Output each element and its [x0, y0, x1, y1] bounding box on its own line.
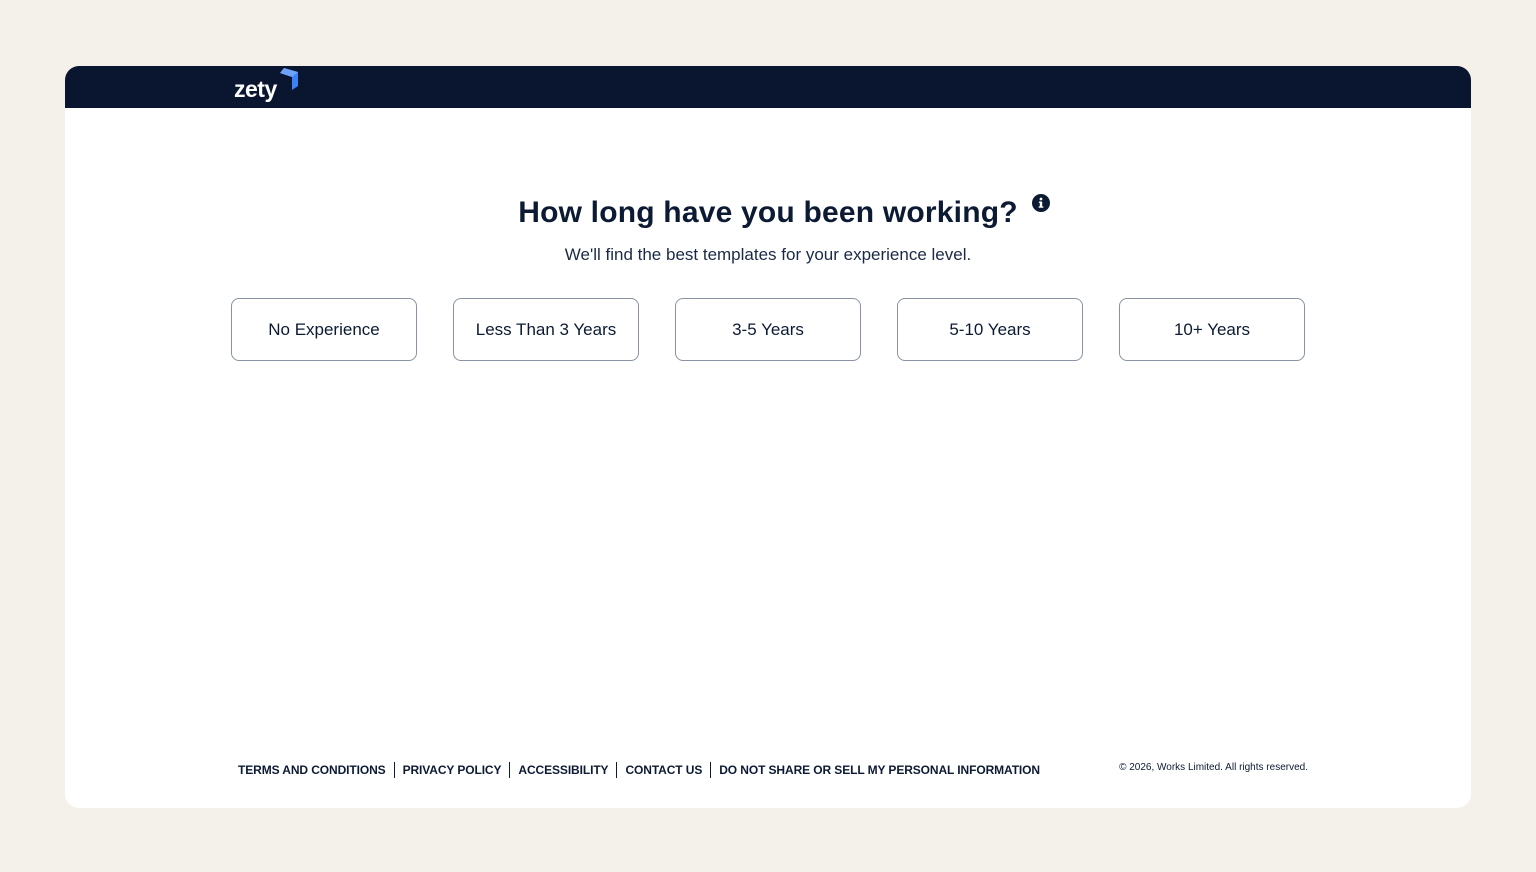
top-navbar: zety — [65, 66, 1471, 108]
zety-logo[interactable]: zety — [234, 68, 314, 106]
footer-separator — [393, 762, 395, 778]
experience-options: No Experience Less Than 3 Years 3-5 Year… — [231, 298, 1305, 361]
footer-separator — [616, 762, 618, 778]
page-frame: zety How long have you been working? We'… — [65, 66, 1471, 808]
page-title-text: How long have you been working? — [518, 196, 1018, 229]
option-10-plus-years[interactable]: 10+ Years — [1119, 298, 1305, 361]
footer-separator — [509, 762, 511, 778]
footer-link-contact[interactable]: CONTACT US — [625, 763, 702, 777]
footer-link-privacy[interactable]: PRIVACY POLICY — [403, 763, 502, 777]
option-less-than-3-years[interactable]: Less Than 3 Years — [453, 298, 639, 361]
footer-link-terms[interactable]: TERMS AND CONDITIONS — [238, 763, 386, 777]
zety-chevron-logo-icon — [280, 68, 298, 90]
footer-links: TERMS AND CONDITIONS PRIVACY POLICY ACCE… — [238, 762, 1040, 778]
info-icon[interactable] — [1031, 194, 1050, 212]
footer-link-do-not-sell[interactable]: DO NOT SHARE OR SELL MY PERSONAL INFORMA… — [719, 763, 1040, 777]
option-no-experience[interactable]: No Experience — [231, 298, 417, 361]
footer-separator — [710, 762, 712, 778]
option-3-5-years[interactable]: 3-5 Years — [675, 298, 861, 361]
logo-text: zety — [234, 76, 277, 102]
footer-link-accessibility[interactable]: ACCESSIBILITY — [518, 763, 608, 777]
footer: TERMS AND CONDITIONS PRIVACY POLICY ACCE… — [238, 762, 1308, 782]
option-5-10-years[interactable]: 5-10 Years — [897, 298, 1083, 361]
page-title: How long have you been working? — [518, 194, 1050, 230]
copyright-text: © 2026, Works Limited. All rights reserv… — [1119, 762, 1308, 773]
heading-wrap: How long have you been working? — [65, 194, 1471, 230]
page-subtitle: We'll find the best templates for your e… — [564, 245, 972, 264]
